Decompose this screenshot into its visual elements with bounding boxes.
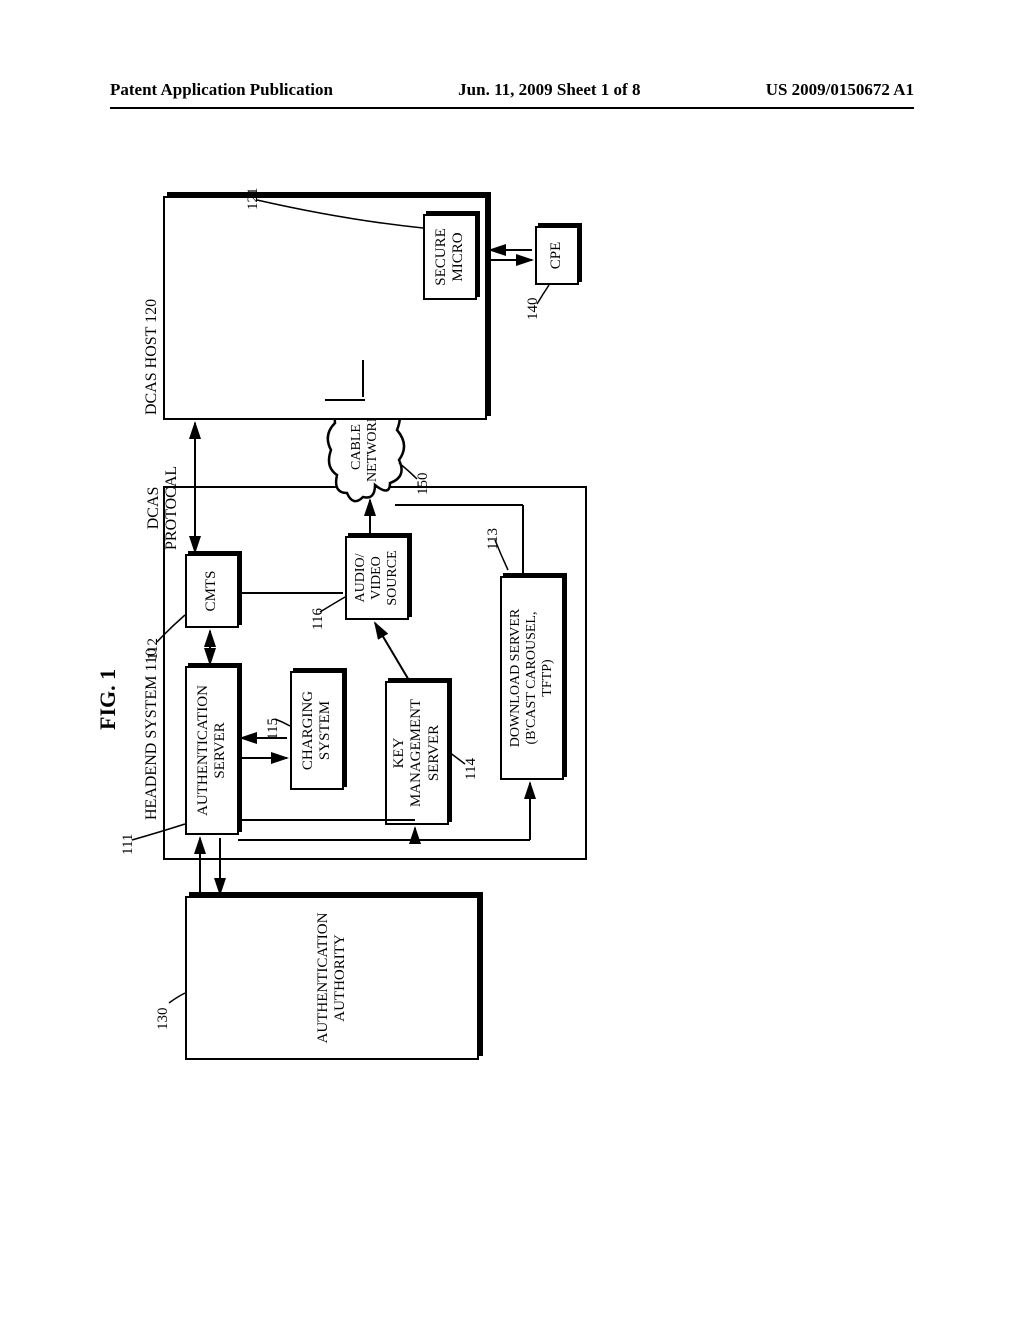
figure-1: FIG. 1 AUTHENTICATION AUTHORITY 130 HEAD… bbox=[115, 580, 995, 1060]
page-header: Patent Application Publication Jun. 11, … bbox=[0, 80, 1024, 100]
header-left: Patent Application Publication bbox=[110, 80, 333, 100]
diagram-arrows bbox=[115, 180, 595, 1060]
header-right: US 2009/0150672 A1 bbox=[766, 80, 914, 100]
header-rule bbox=[110, 107, 914, 109]
header-center: Jun. 11, 2009 Sheet 1 of 8 bbox=[458, 80, 640, 100]
